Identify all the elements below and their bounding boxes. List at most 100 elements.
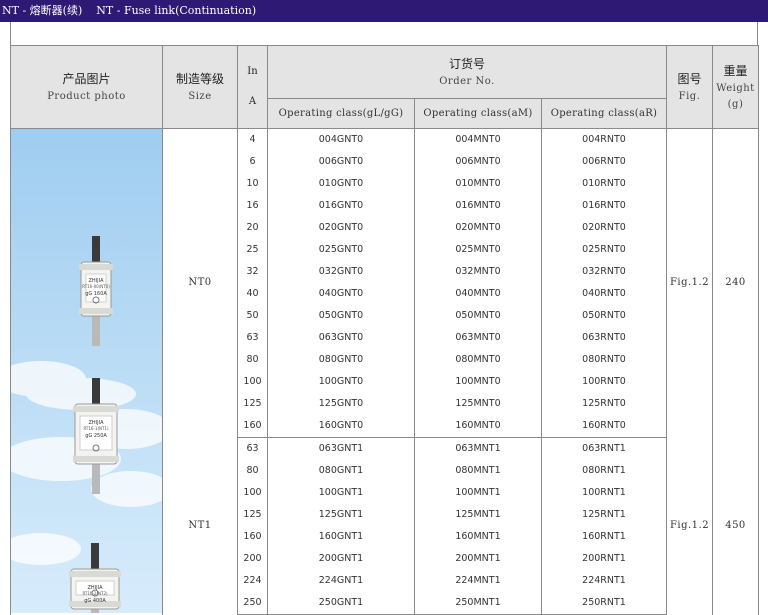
order-gl-cell: 080GNT0 <box>267 349 415 371</box>
rated-current-cell: 4 <box>237 128 268 151</box>
title-zh: NT - 熔断器(续) <box>2 4 83 17</box>
order-ar-cell: 250RNT1 <box>541 592 667 615</box>
order-ar-cell: 160RNT1 <box>541 526 667 548</box>
order-ar-cell: 224RNT1 <box>541 570 667 592</box>
size-cell: NT1 <box>162 437 238 615</box>
order-am-cell: 040MNT0 <box>414 283 542 305</box>
order-ar-cell: 040RNT0 <box>541 283 667 305</box>
order-ar-cell: 004RNT0 <box>541 128 667 151</box>
order-am-cell: 224MNT1 <box>414 570 542 592</box>
order-gl-cell: 160GNT0 <box>267 415 415 438</box>
order-ar-cell: 100RNT0 <box>541 371 667 393</box>
order-gl-cell: 250GNT1 <box>267 592 415 615</box>
order-am-cell: 100MNT0 <box>414 371 542 393</box>
order-am-cell: 200MNT1 <box>414 548 542 570</box>
header-photo-zh: 产品图片 <box>62 72 111 86</box>
table-row: ZHIJIA RT16-00(NT0) gG 160A ZHIJIA RT16-1(NT… <box>10 128 759 615</box>
order-ar-cell: 200RNT1 <box>541 548 667 570</box>
order-gl-cell: 004GNT0 <box>267 128 415 151</box>
fig-cell: Fig.1.2 <box>666 437 713 615</box>
order-ar-cell: 080RNT1 <box>541 460 667 482</box>
order-gl-cell: 100GNT1 <box>267 482 415 504</box>
order-am-cell: 025MNT0 <box>414 239 542 261</box>
rated-current-cell: 160 <box>237 526 268 548</box>
rated-current-cell: 40 <box>237 283 268 305</box>
header-size: 制造等级 Size <box>162 45 238 129</box>
header-fig: 图号 Fig. <box>666 45 713 129</box>
order-ar-cell: 020RNT0 <box>541 217 667 239</box>
rated-current-cell: 80 <box>237 349 268 371</box>
header-order-no: 订货号 Order No. <box>267 45 667 99</box>
header-weight-unit: (g) <box>727 99 744 110</box>
order-am-cell: 020MNT0 <box>414 217 542 239</box>
order-ar-cell: 125RNT1 <box>541 504 667 526</box>
header-in-unit: A <box>248 96 257 107</box>
rated-current-cell: 63 <box>237 437 268 460</box>
order-am-cell: 080MNT1 <box>414 460 542 482</box>
product-photo-image: ZHIJIART16-00(NT0)gG 160AZHIJIART16-1(NT… <box>11 129 162 613</box>
header-weight-zh: 重量 <box>723 64 748 78</box>
title-spacer <box>10 22 758 46</box>
rated-current-cell: 6 <box>237 151 268 173</box>
rated-current-cell: 100 <box>237 371 268 393</box>
order-ar-cell: 010RNT0 <box>541 173 667 195</box>
order-am-cell: 080MNT0 <box>414 349 542 371</box>
table-body: ZHIJIA RT16-00(NT0) gG 160A ZHIJIA RT16-1(NT… <box>10 128 759 615</box>
order-gl-cell: 160GNT1 <box>267 526 415 548</box>
header-order-en: Order No. <box>439 76 495 87</box>
svg-text:gG 400A: gG 400A <box>84 598 106 604</box>
order-ar-cell: 063RNT0 <box>541 327 667 349</box>
size-cell: NT0 <box>162 128 238 438</box>
header-fig-zh: 图号 <box>677 72 702 86</box>
order-gl-cell: 006GNT0 <box>267 151 415 173</box>
header-size-en: Size <box>188 91 212 102</box>
title-bar: NT - 熔断器(续) NT - Fuse link(Continuation) <box>0 0 768 22</box>
order-ar-cell: 006RNT0 <box>541 151 667 173</box>
order-gl-cell: 200GNT1 <box>267 548 415 570</box>
rated-current-cell: 160 <box>237 415 268 438</box>
rated-current-cell: 100 <box>237 482 268 504</box>
order-am-cell: 100MNT1 <box>414 482 542 504</box>
rated-current-cell: 63 <box>237 327 268 349</box>
fuse-spec-table: 产品图片 Product photo 制造等级 Size In A 订货号 Or… <box>10 45 759 615</box>
order-am-cell: 250MNT1 <box>414 592 542 615</box>
order-gl-cell: 125GNT1 <box>267 504 415 526</box>
rated-current-cell: 80 <box>237 460 268 482</box>
rated-current-cell: 32 <box>237 261 268 283</box>
order-am-cell: 125MNT0 <box>414 393 542 415</box>
svg-text:RT16-2(NT2): RT16-2(NT2) <box>82 591 108 596</box>
header-size-zh: 制造等级 <box>175 72 224 86</box>
order-am-cell: 160MNT1 <box>414 526 542 548</box>
header-op-ar: Operating class(aR) <box>541 98 667 129</box>
order-ar-cell: 032RNT0 <box>541 261 667 283</box>
order-am-cell: 010MNT0 <box>414 173 542 195</box>
header-weight: 重量 Weight (g) <box>712 45 759 129</box>
rated-current-cell: 200 <box>237 548 268 570</box>
order-am-cell: 063MNT0 <box>414 327 542 349</box>
order-gl-cell: 100GNT0 <box>267 371 415 393</box>
header-fig-en: Fig. <box>678 91 701 102</box>
order-ar-cell: 125RNT0 <box>541 393 667 415</box>
svg-text:gG 250A: gG 250A <box>85 433 107 439</box>
fig-cell: Fig.1.2 <box>666 128 713 438</box>
title-en: NT - Fuse link(Continuation) <box>96 4 257 17</box>
order-ar-cell: 050RNT0 <box>541 305 667 327</box>
svg-text:RT16-00(NT0): RT16-00(NT0) <box>82 284 110 289</box>
header-weight-en: Weight <box>716 83 755 94</box>
order-gl-cell: 063GNT0 <box>267 327 415 349</box>
product-photo: ZHIJIA RT16-00(NT0) gG 160A ZHIJIA RT16-1(NT… <box>10 128 163 615</box>
rated-current-cell: 125 <box>237 393 268 415</box>
order-gl-cell: 080GNT1 <box>267 460 415 482</box>
rated-current-cell: 125 <box>237 504 268 526</box>
order-ar-cell: 160RNT0 <box>541 415 667 438</box>
header-op-gl: Operating class(gL/gG) <box>267 98 415 129</box>
rated-current-cell: 10 <box>237 173 268 195</box>
header-op-am: Operating class(aM) <box>414 98 542 129</box>
svg-text:gG 160A: gG 160A <box>85 291 107 297</box>
order-gl-cell: 025GNT0 <box>267 239 415 261</box>
rated-current-cell: 250 <box>237 592 268 615</box>
header-in: In <box>247 66 258 77</box>
order-gl-cell: 010GNT0 <box>267 173 415 195</box>
order-gl-cell: 125GNT0 <box>267 393 415 415</box>
order-ar-cell: 100RNT1 <box>541 482 667 504</box>
